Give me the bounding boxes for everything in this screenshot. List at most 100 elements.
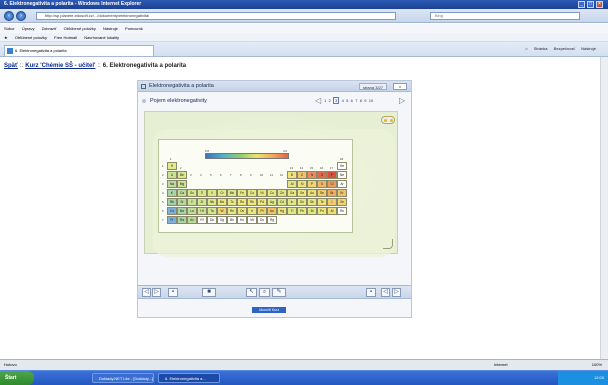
element-y[interactable]: Y: [187, 198, 197, 206]
element-he[interactable]: He: [337, 162, 347, 170]
element-db[interactable]: Db: [207, 216, 217, 224]
element-sc[interactable]: Sc: [187, 189, 197, 197]
menu-item-tools[interactable]: Nástroje: [103, 26, 118, 31]
maximize-button[interactable]: □: [587, 1, 594, 8]
element-at[interactable]: At: [327, 207, 337, 215]
prev-page-icon[interactable]: ◁: [315, 96, 323, 106]
element-hg[interactable]: Hg: [277, 207, 287, 215]
element-i[interactable]: I: [327, 198, 337, 206]
breadcrumb-back-link[interactable]: Späť: [4, 63, 18, 69]
next-page-icon[interactable]: ▷: [399, 96, 407, 106]
element-po[interactable]: Po: [317, 207, 327, 215]
favorites-star-icon[interactable]: ★: [4, 35, 8, 40]
favorites-item-hotmail[interactable]: Free Hotmail: [54, 35, 77, 40]
element-h[interactable]: H: [167, 162, 177, 170]
element-sr[interactable]: Sr: [177, 198, 187, 206]
element-mg[interactable]: Mg: [177, 180, 187, 188]
element-b[interactable]: B: [287, 171, 297, 179]
menu-item-edit[interactable]: Úpravy: [22, 26, 35, 31]
element-al[interactable]: Al: [287, 180, 297, 188]
element-rb[interactable]: Rb: [167, 198, 177, 206]
element-au[interactable]: Au: [267, 207, 277, 215]
home-icon[interactable]: ⌂: [525, 46, 527, 51]
element-mn[interactable]: Mn: [227, 189, 237, 197]
element-sb[interactable]: Sb: [307, 198, 317, 206]
element-be[interactable]: Be: [177, 171, 187, 179]
element-zr[interactable]: Zr: [197, 198, 207, 206]
element-hs[interactable]: Hs: [237, 216, 247, 224]
taskbar-item-doklady[interactable]: Doklady.NET Lite - [Doklady...]: [92, 373, 154, 383]
zoom-level[interactable]: 100%: [592, 360, 602, 370]
options-button[interactable]: [381, 116, 395, 124]
element-rg[interactable]: Rg: [267, 216, 277, 224]
element-ru[interactable]: Ru: [237, 198, 247, 206]
favorites-label[interactable]: Obľúbené položky: [15, 35, 47, 40]
element-ra[interactable]: Ra: [177, 216, 187, 224]
element-fe[interactable]: Fe: [237, 189, 247, 197]
menu-item-help[interactable]: Pomocník: [125, 26, 143, 31]
element-ba[interactable]: Ba: [177, 207, 187, 215]
element-cr[interactable]: Cr: [217, 189, 227, 197]
menu-button[interactable]: ▪: [168, 288, 178, 297]
address-input[interactable]: http://sp.planete.edusoft.cz/.../dokumen…: [36, 12, 396, 20]
page-number-8[interactable]: 8: [360, 98, 362, 103]
element-se[interactable]: Se: [317, 189, 327, 197]
minimize-button[interactable]: _: [578, 1, 585, 8]
fullscreen-button[interactable]: ▪: [366, 288, 376, 297]
page-number-1[interactable]: 1: [324, 98, 326, 103]
page-number-3[interactable]: 3: [333, 97, 340, 104]
element-ca[interactable]: Ca: [177, 189, 187, 197]
highlight-tool-icon[interactable]: ✎: [272, 288, 286, 297]
element-ag[interactable]: Ag: [267, 198, 277, 206]
element-pb[interactable]: Pb: [297, 207, 307, 215]
page-number-10[interactable]: 10: [369, 98, 373, 103]
element-nb[interactable]: Nb: [207, 198, 217, 206]
start-button[interactable]: Štart: [0, 371, 34, 385]
prev-arrow-icon[interactable]: ◁: [381, 288, 390, 297]
module-close-button[interactable]: ×: [393, 83, 407, 90]
element-ir[interactable]: Ir: [247, 207, 257, 215]
notes-button[interactable]: ■: [202, 288, 216, 297]
element-s[interactable]: S: [317, 180, 327, 188]
element-hf[interactable]: Hf: [197, 207, 207, 215]
element-k[interactable]: K: [167, 189, 177, 197]
next-arrow-icon[interactable]: ▷: [392, 288, 401, 297]
element-ne[interactable]: Ne: [337, 171, 347, 179]
element-kr[interactable]: Kr: [337, 189, 347, 197]
element-na[interactable]: Na: [167, 180, 177, 188]
browser-tab[interactable]: 6. Elektronegativita a polarita: [4, 45, 154, 56]
element-in[interactable]: In: [287, 198, 297, 206]
element-o[interactable]: O: [317, 171, 327, 179]
command-page[interactable]: Stránka: [534, 46, 548, 51]
element-si[interactable]: Si: [297, 180, 307, 188]
element-sn[interactable]: Sn: [297, 198, 307, 206]
element-zn[interactable]: Zn: [277, 189, 287, 197]
element-co[interactable]: Co: [247, 189, 257, 197]
element-ga[interactable]: Ga: [287, 189, 297, 197]
element-bi[interactable]: Bi: [307, 207, 317, 215]
element-cu[interactable]: Cu: [267, 189, 277, 197]
element-bh[interactable]: Bh: [227, 216, 237, 224]
page-number-4[interactable]: 4: [342, 98, 344, 103]
close-window-button[interactable]: ×: [596, 1, 603, 8]
menu-item-favorites[interactable]: Obľúbené položky: [64, 26, 96, 31]
element-n[interactable]: N: [307, 171, 317, 179]
element-cs[interactable]: Cs: [167, 207, 177, 215]
page-number-9[interactable]: 9: [364, 98, 366, 103]
menu-item-file[interactable]: Súbor: [4, 26, 15, 31]
element-pt[interactable]: Pt: [257, 207, 267, 215]
element-ni[interactable]: Ni: [257, 189, 267, 197]
element-mt[interactable]: Mt: [247, 216, 257, 224]
page-number-7[interactable]: 7: [355, 98, 357, 103]
element-ti[interactable]: Ti: [197, 189, 207, 197]
zoom-tool-icon[interactable]: ⌕: [259, 288, 270, 297]
command-safety[interactable]: Bezpečnosť: [554, 46, 575, 51]
element-cl[interactable]: Cl: [327, 180, 337, 188]
back-arrow-icon[interactable]: ‹: [4, 11, 14, 21]
element-c[interactable]: C: [297, 171, 307, 179]
element-ta[interactable]: Ta: [207, 207, 217, 215]
element-fr[interactable]: Fr: [167, 216, 177, 224]
end-course-button[interactable]: Ukončiť Kurz: [252, 307, 286, 313]
element-la[interactable]: La: [187, 207, 197, 215]
forward-arrow-icon[interactable]: ›: [16, 11, 26, 21]
